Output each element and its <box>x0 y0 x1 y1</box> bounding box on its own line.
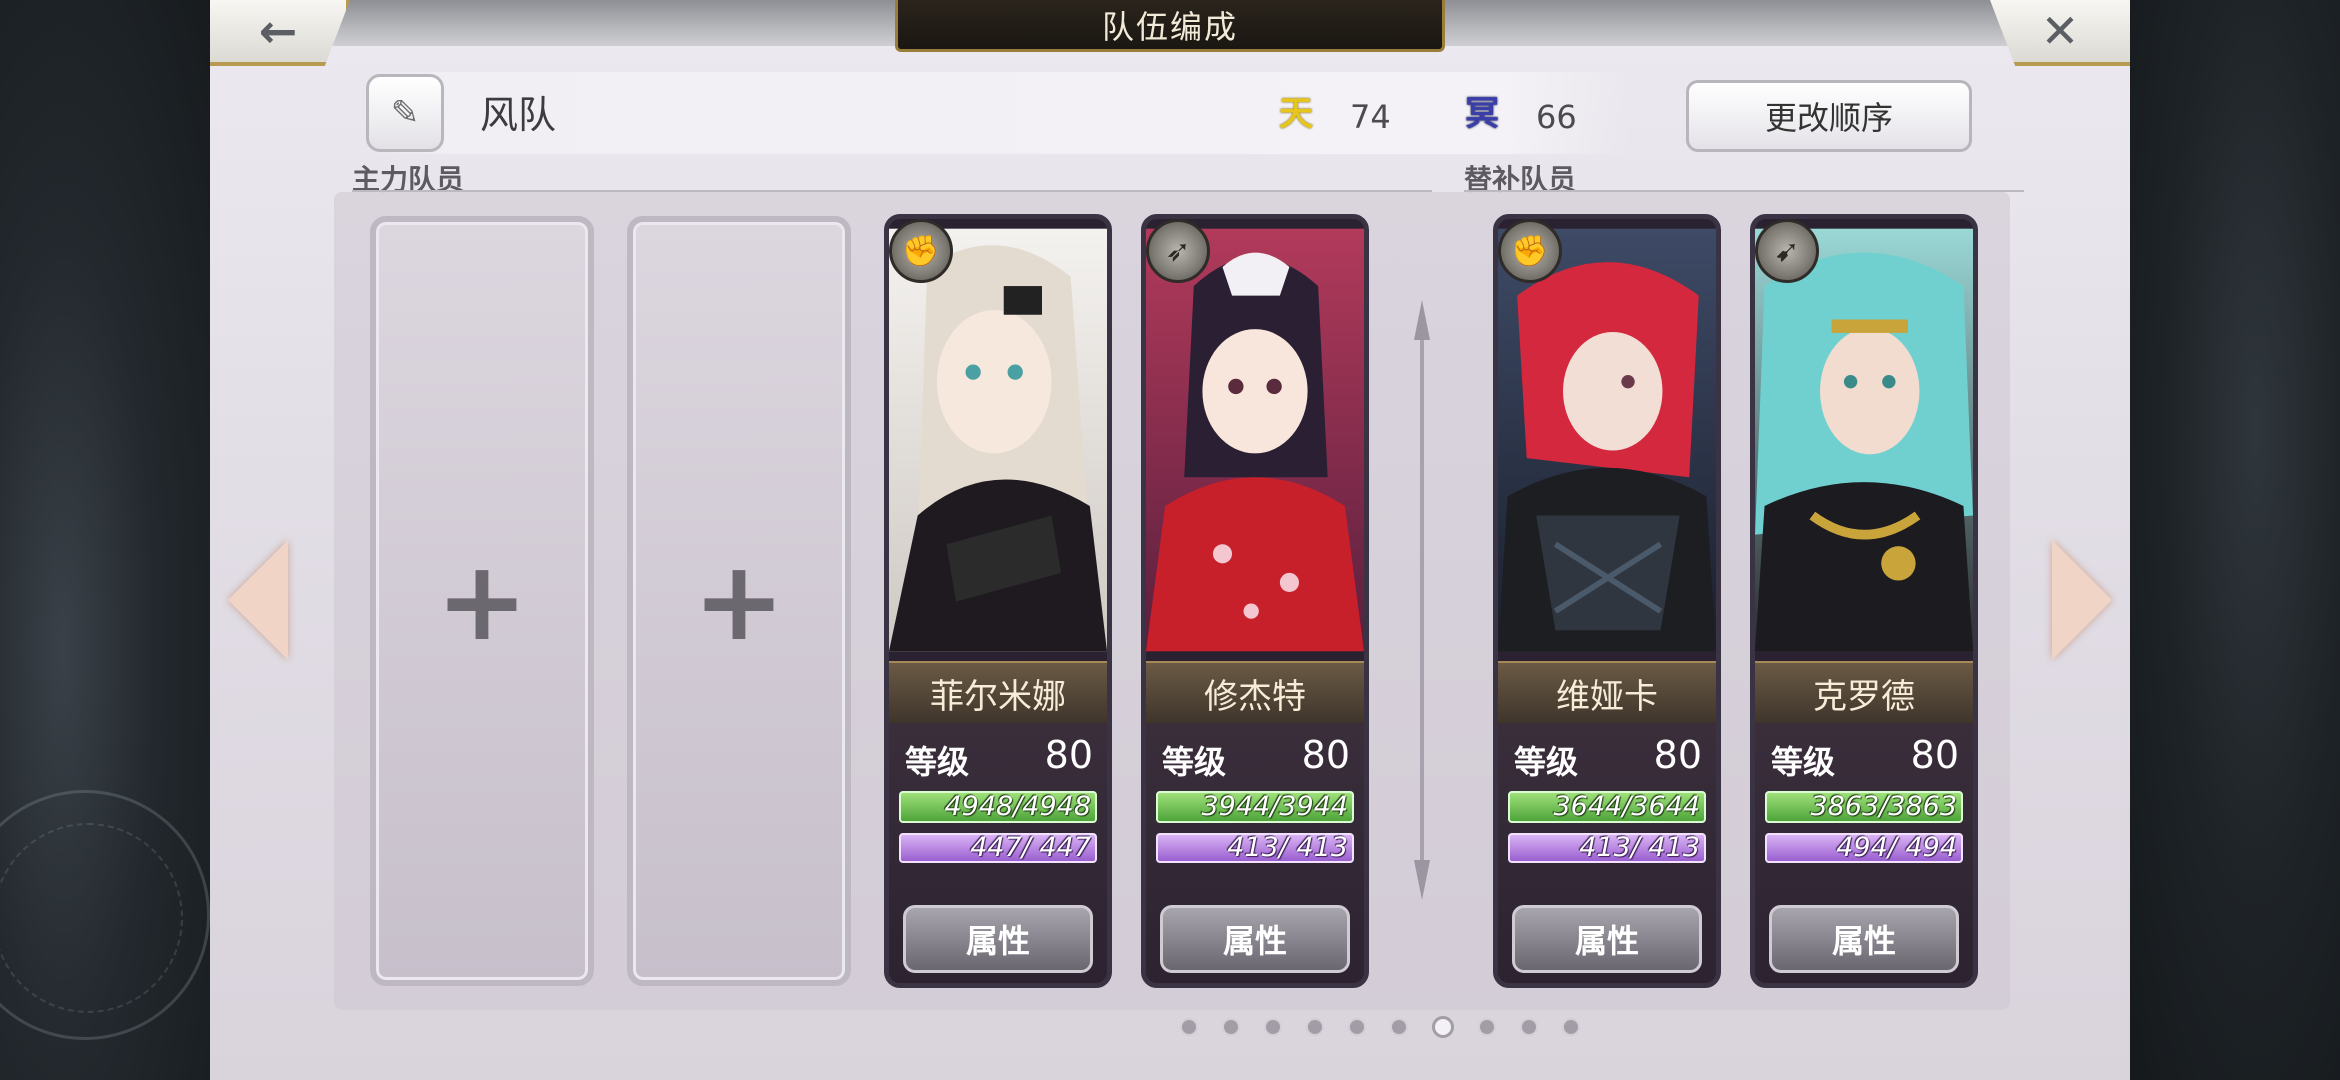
character-portrait <box>1498 228 1716 652</box>
hp-bar: 4948/4948 <box>899 791 1097 823</box>
attributes-button[interactable]: 属性 <box>1769 905 1959 973</box>
empty-member-slot[interactable]: + <box>370 216 594 986</box>
member-card[interactable]: ➶ 修杰特 等级 80 3944/3944 413/ 413 属性 <box>1141 214 1369 988</box>
member-card[interactable]: ✊ 菲尔米娜 等级 80 4948/4948 447/ 447 属性 <box>884 214 1112 988</box>
plus-icon: + <box>435 537 529 665</box>
team-formation-panel: ← 队伍编成 ✕ ✎ 风队 天 74 冥 66 更改顺序 主力队员 替补队员 +… <box>210 0 2130 1080</box>
level-label: 等级 <box>1162 743 1227 781</box>
page-dot[interactable] <box>1264 1018 1282 1036</box>
member-card[interactable]: ➹ 克罗德 等级 80 3863/3863 494/ 494 属性 <box>1750 214 1978 988</box>
left-background <box>0 0 210 1080</box>
hp-bar: 3644/3644 <box>1508 791 1706 823</box>
quill-icon: ✎ <box>390 93 420 133</box>
level-value: 80 <box>1653 733 1702 777</box>
page-dot[interactable] <box>1390 1018 1408 1036</box>
empty-member-slot[interactable]: + <box>627 216 851 986</box>
mp-bar: 413/ 413 <box>1156 833 1354 863</box>
back-arrow-icon: ← <box>258 4 298 58</box>
back-button[interactable]: ← <box>210 0 350 66</box>
divider-up-arrow <box>1414 300 1430 340</box>
mp-bar: 413/ 413 <box>1508 833 1706 863</box>
level-label: 等级 <box>1514 743 1579 781</box>
page-dot[interactable] <box>1520 1018 1538 1036</box>
ming-icon: 冥 <box>1465 94 1499 134</box>
attributes-button[interactable]: 属性 <box>903 905 1093 973</box>
member-name: 克罗德 <box>1755 661 1973 723</box>
member-name: 维娅卡 <box>1498 661 1716 723</box>
tian-value: 74 <box>1350 98 1391 136</box>
bow-icon: ➹ <box>1755 219 1819 283</box>
page-indicator <box>1180 1016 1580 1038</box>
hp-bar: 3863/3863 <box>1765 791 1963 823</box>
right-background <box>2130 0 2340 1080</box>
page-title: 队伍编成 <box>895 0 1445 52</box>
page-dot[interactable] <box>1478 1018 1496 1036</box>
page-dot[interactable] <box>1348 1018 1366 1036</box>
attributes-button[interactable]: 属性 <box>1160 905 1350 973</box>
divider-down-arrow <box>1414 860 1430 900</box>
page-dot[interactable] <box>1222 1018 1240 1036</box>
previous-team-arrow-icon[interactable] <box>228 540 288 660</box>
page-dot[interactable] <box>1432 1016 1454 1038</box>
character-portrait <box>1146 228 1364 652</box>
page-dot[interactable] <box>1306 1018 1324 1036</box>
level-label: 等级 <box>1771 743 1836 781</box>
level-value: 80 <box>1044 733 1093 777</box>
close-button[interactable]: ✕ <box>1990 0 2130 66</box>
clock-decoration <box>0 790 210 1040</box>
plus-icon: + <box>692 537 786 665</box>
team-name: 风队 <box>480 93 557 137</box>
page-dot[interactable] <box>1180 1018 1198 1036</box>
close-icon: ✕ <box>2040 4 2080 58</box>
ming-value: 66 <box>1536 98 1577 136</box>
level-value: 80 <box>1301 733 1350 777</box>
hp-bar: 3944/3944 <box>1156 791 1354 823</box>
fist-icon: ✊ <box>1498 219 1562 283</box>
fist-icon: ✊ <box>889 219 953 283</box>
mp-bar: 447/ 447 <box>899 833 1097 863</box>
level-label: 等级 <box>905 743 970 781</box>
change-order-button[interactable]: 更改顺序 <box>1686 80 1972 152</box>
spear-icon: ➶ <box>1146 219 1210 283</box>
member-name: 菲尔米娜 <box>889 661 1107 723</box>
mp-bar: 494/ 494 <box>1765 833 1963 863</box>
character-portrait <box>889 228 1107 652</box>
character-portrait <box>1755 228 1973 652</box>
attributes-button[interactable]: 属性 <box>1512 905 1702 973</box>
member-name: 修杰特 <box>1146 661 1364 723</box>
level-value: 80 <box>1910 733 1959 777</box>
team-name-bar <box>370 72 1630 154</box>
page-dot[interactable] <box>1562 1018 1580 1036</box>
tian-icon: 天 <box>1279 94 1313 134</box>
edit-team-name-button[interactable]: ✎ <box>366 74 444 152</box>
main-sub-divider <box>1414 300 1430 900</box>
member-card[interactable]: ✊ 维娅卡 等级 80 3644/3644 413/ 413 属性 <box>1493 214 1721 988</box>
next-team-arrow-icon[interactable] <box>2052 540 2112 660</box>
